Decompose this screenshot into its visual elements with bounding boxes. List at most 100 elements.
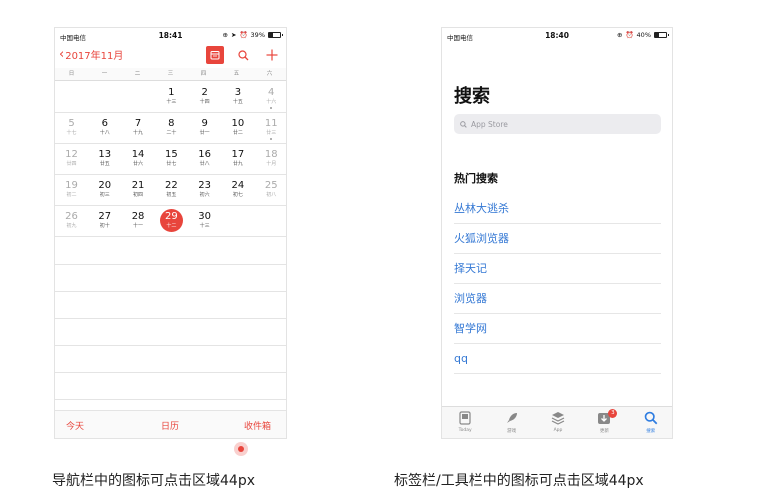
day-cell[interactable]: 11 廿三: [255, 113, 286, 144]
lunar-date: 廿三: [266, 130, 277, 136]
day-cell[interactable]: 20 初三: [88, 175, 121, 206]
tab-rocket[interactable]: 游戏: [494, 410, 530, 434]
search-icon: [460, 120, 467, 128]
day-number: 30: [198, 211, 211, 222]
day-cell[interactable]: 13 廿五: [88, 144, 121, 175]
day-cell[interactable]: 3 十五: [221, 82, 254, 113]
divider: [55, 372, 286, 373]
calendars-button[interactable]: 日历: [161, 419, 179, 432]
trending-search-item[interactable]: 浏览器: [454, 284, 661, 314]
calendar-week-row: 12 廿四 13 廿五 14 廿六 15 廿七 16 廿八 17 廿九 18 十月: [55, 144, 286, 175]
lunar-date: 廿八: [199, 161, 210, 167]
divider: [55, 318, 286, 319]
back-button[interactable]: ‹ 2017年11月: [59, 47, 123, 63]
weekday-label: 日: [68, 71, 75, 77]
day-number: 27: [98, 211, 112, 222]
battery-icon: [268, 32, 283, 38]
day-cell[interactable]: 30 十三: [188, 206, 221, 237]
day-cell[interactable]: 26 初九: [55, 206, 88, 237]
lunar-date: 初六: [199, 192, 210, 198]
lunar-date: 十九: [133, 130, 144, 136]
add-event-button[interactable]: [263, 46, 281, 64]
day-number: 11: [264, 118, 278, 129]
calendar-list-button[interactable]: [206, 46, 224, 64]
day-number: 25: [264, 180, 278, 191]
day-cell[interactable]: 15 廿七: [155, 144, 188, 175]
day-number: 3: [234, 87, 242, 98]
day-number: 13: [98, 149, 112, 160]
day-cell[interactable]: 24 初七: [221, 175, 254, 206]
inbox-button[interactable]: 收件箱: [244, 419, 271, 432]
lunar-date: 初四: [133, 192, 144, 198]
divider: [55, 291, 286, 292]
day-cell[interactable]: 23 初六: [188, 175, 221, 206]
lock-rotation-icon: ⊕: [222, 31, 228, 39]
day-cell[interactable]: 4 十六: [255, 82, 286, 113]
trending-search-item[interactable]: 择天记: [454, 254, 661, 284]
tab-today[interactable]: Today: [447, 410, 483, 433]
trending-search-item[interactable]: 智学网: [454, 314, 661, 344]
plus-icon: [266, 49, 278, 61]
day-cell[interactable]: 10 廿二: [221, 113, 254, 144]
today-icon: [447, 410, 483, 426]
day-cell[interactable]: 16 廿八: [188, 144, 221, 175]
lunar-date: 初九: [66, 223, 77, 229]
lunar-date: 廿二: [232, 130, 243, 136]
day-number: 12: [65, 149, 78, 160]
day-cell[interactable]: 18 十月: [255, 144, 286, 175]
day-cell[interactable]: 25 初八: [255, 175, 286, 206]
calendar-week-row: 19 初二 20 初三 21 初四 22 初五 23 初六 24 初七 25 初八: [55, 175, 286, 206]
trending-search-item[interactable]: 丛林大逃杀: [454, 194, 661, 224]
lunar-date: 廿九: [232, 161, 243, 167]
today-button[interactable]: 今天: [66, 419, 84, 432]
day-number: 14: [131, 149, 145, 160]
search-input[interactable]: App Store: [454, 114, 661, 134]
day-cell[interactable]: 7 十九: [122, 113, 155, 144]
trending-search-item[interactable]: qq: [454, 344, 661, 374]
day-number: 7: [134, 118, 142, 129]
day-cell[interactable]: 12 廿四: [55, 144, 88, 175]
day-cell[interactable]: 28 十一: [122, 206, 155, 237]
day-cell[interactable]: 9 廿一: [188, 113, 221, 144]
battery-percent: 40%: [636, 31, 651, 39]
day-cell[interactable]: 5 十七: [55, 113, 88, 144]
day-cell[interactable]: 2 十四: [188, 82, 221, 113]
weekday-label: 四: [200, 71, 207, 77]
trending-search-item[interactable]: 火狐浏览器: [454, 224, 661, 254]
search-icon: [237, 49, 248, 60]
day-cell[interactable]: 8 二十: [155, 113, 188, 144]
lunar-date: 初十: [99, 223, 110, 229]
tab-search[interactable]: 搜索: [633, 410, 669, 434]
calendar-toolbar: 今天 日历 收件箱: [55, 410, 286, 438]
day-cell[interactable]: 19 初二: [55, 175, 88, 206]
weekday-label: 二: [134, 71, 141, 77]
status-bar: 中国电信 18:41 ⊕ ➤ ⏰ 39%: [55, 28, 286, 43]
search-button[interactable]: [234, 46, 252, 64]
day-cell[interactable]: 22 初五: [155, 175, 188, 206]
lunar-date: 二十: [166, 130, 177, 136]
lunar-date: 初二: [66, 192, 77, 198]
tab-layers[interactable]: App: [540, 410, 576, 433]
tab-bar: Today 游戏 App 3 更新 搜索: [442, 406, 672, 438]
weekday-label: 六: [266, 71, 273, 77]
lunar-date: 初五: [166, 192, 177, 198]
day-cell[interactable]: 21 初四: [122, 175, 155, 206]
layers-icon: [540, 410, 576, 426]
day-cell[interactable]: 17 廿九: [221, 144, 254, 175]
day-number: 22: [164, 180, 178, 191]
day-cell[interactable]: 27 初十: [88, 206, 121, 237]
calendar-week-row: 26 初九 27 初十 28 十一 29 十二 30 十三: [55, 206, 286, 237]
lunar-date: 廿六: [133, 161, 144, 167]
day-cell[interactable]: 14 廿六: [122, 144, 155, 175]
divider: [55, 264, 286, 265]
calendar-week-row: 5 十七 6 十八 7 十九 8 二十 9 廿一 10 廿二 11 廿三: [55, 113, 286, 144]
tab-label: Today: [458, 428, 472, 433]
tab-updates[interactable]: 3 更新: [586, 409, 622, 434]
lunar-date: 初七: [232, 192, 243, 198]
day-number: 26: [65, 211, 78, 222]
day-cell[interactable]: 1 十三: [155, 82, 188, 113]
selected-day-cell[interactable]: 29 十二: [155, 206, 188, 237]
day-cell[interactable]: 6 十八: [88, 113, 121, 144]
event-dot: [270, 107, 273, 109]
lunar-date: 十五: [232, 99, 243, 105]
